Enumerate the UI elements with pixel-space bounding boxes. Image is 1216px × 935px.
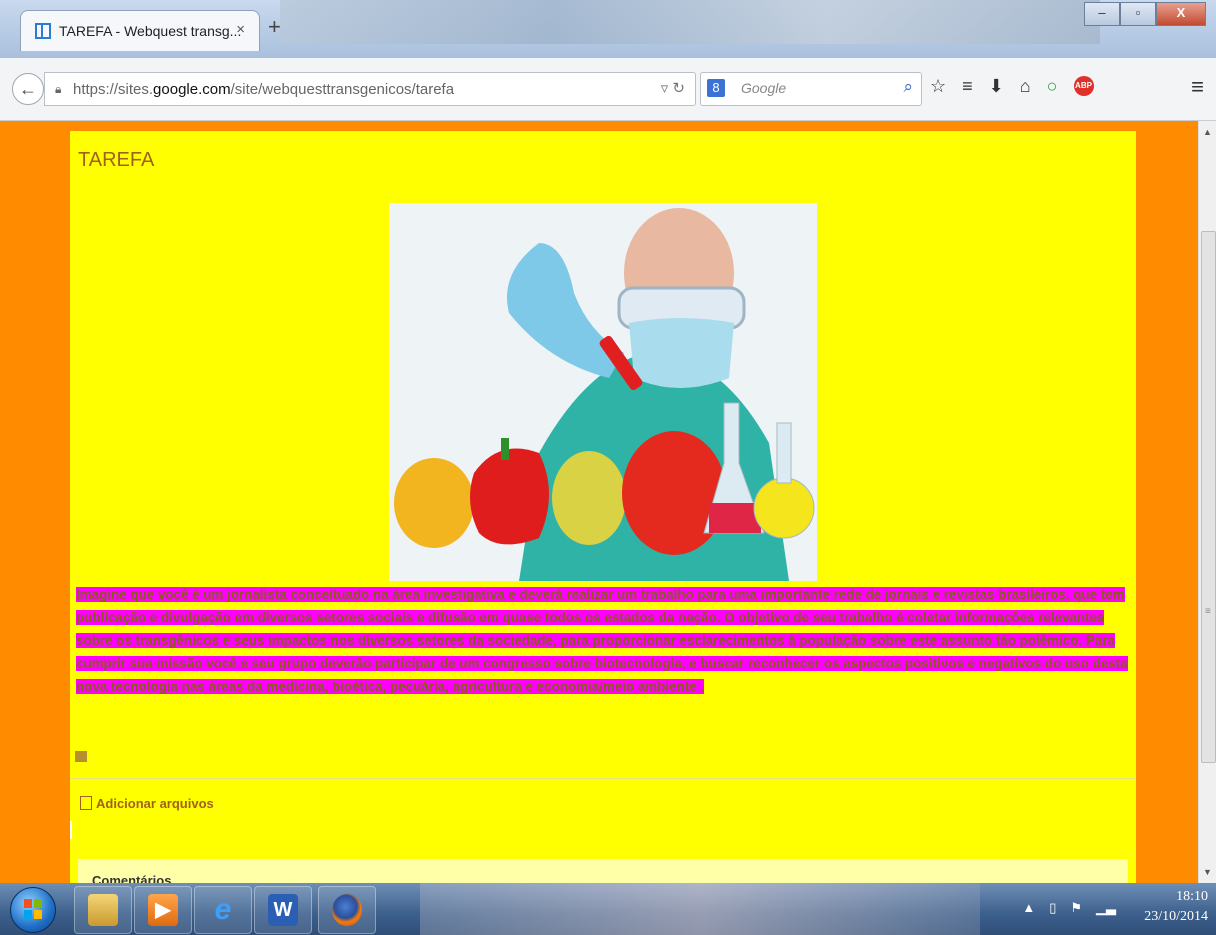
address-bar[interactable]: 🔒︎ https://sites.google.com/site/webques… [44, 72, 696, 106]
word-taskbar-button[interactable]: W [254, 886, 312, 934]
divider [70, 778, 1136, 779]
battery-icon[interactable]: ▯ [1049, 900, 1056, 916]
firefox-icon [332, 894, 362, 926]
show-hidden-icons-icon[interactable]: ▲ [1022, 900, 1035, 916]
page-title: TAREFA [78, 149, 155, 171]
media-player-icon: ▶ [148, 894, 178, 926]
tab-title: TAREFA - Webquest transg... [59, 23, 242, 39]
system-clock[interactable]: 18:10 23/10/2014 [1128, 887, 1208, 927]
adblock-icon[interactable]: ABP [1073, 76, 1094, 96]
google-search-engine-icon[interactable]: 8 [707, 79, 725, 97]
firefox-taskbar-button[interactable] [318, 886, 376, 934]
text-cursor [70, 821, 72, 839]
search-icon[interactable]: ⌕ [903, 77, 913, 97]
start-button[interactable] [10, 887, 56, 933]
word-icon: W [268, 894, 298, 926]
lock-icon: 🔒︎ [55, 82, 62, 96]
bookmark-star-icon[interactable]: ☆ [930, 76, 946, 97]
close-window-button[interactable]: X [1156, 2, 1206, 26]
action-center-flag-icon[interactable]: ⚑ [1070, 900, 1082, 916]
content-area: TAREFA Imagine que você é um jornalista … [70, 131, 1136, 883]
extension-icon[interactable]: ○ [1047, 76, 1058, 97]
vertical-scrollbar[interactable]: ▲ ≡ ▼ [1198, 121, 1216, 883]
clock-date: 23/10/2014 [1144, 909, 1208, 924]
network-signal-icon[interactable]: ▁▃ [1096, 900, 1116, 916]
windows-logo-icon [24, 899, 42, 919]
bookmarks-list-icon[interactable]: ≡ [962, 76, 973, 97]
search-placeholder: Google [741, 80, 787, 96]
navigation-bar: ← 🔒︎ https://sites.google.com/site/webqu… [0, 58, 1216, 121]
scientist-with-fruits-image [389, 203, 817, 581]
tab-close-icon[interactable]: × [236, 21, 245, 38]
internet-explorer-icon: e [214, 893, 232, 926]
taskbar: ▶ e W ▲ ▯ ⚑ ▁▃ 18:10 23/10/2014 [0, 883, 1216, 935]
window-controls: – ▫ X [1084, 2, 1206, 26]
reload-icon[interactable]: ▿ ↻ [661, 79, 685, 97]
explorer-icon [88, 894, 118, 926]
scroll-down-arrow-icon[interactable]: ▼ [1203, 867, 1212, 877]
back-button[interactable]: ← [12, 73, 44, 105]
media-player-taskbar-button[interactable]: ▶ [134, 886, 192, 934]
task-description: Imagine que você é um jornalista conceit… [76, 587, 1128, 694]
comments-label: Comentários [92, 873, 172, 883]
add-file-icon [80, 796, 92, 810]
clock-time: 18:10 [1176, 889, 1208, 904]
maximize-button[interactable]: ▫ [1120, 2, 1156, 26]
system-tray: ▲ ▯ ⚑ ▁▃ [1022, 900, 1116, 916]
scroll-up-arrow-icon[interactable]: ▲ [1203, 127, 1212, 137]
browser-tab[interactable]: TAREFA - Webquest transg... × [20, 10, 260, 51]
hero-image [389, 203, 817, 581]
toolbar-icons: ☆ ≡ ⬇ ⌂ ○ ABP [930, 76, 1094, 97]
home-icon[interactable]: ⌂ [1020, 76, 1031, 97]
url-text: https://sites.google.com/site/webquesttr… [73, 81, 455, 98]
search-bar[interactable]: 8 Google ⌕ [700, 72, 922, 106]
folder-icon [75, 751, 87, 762]
add-files-link[interactable]: Adicionar arquivos [80, 796, 214, 811]
menu-icon[interactable]: ≡ [1191, 74, 1204, 100]
window-titlebar: TAREFA - Webquest transg... × + – ▫ X [0, 0, 1216, 58]
new-tab-button[interactable]: + [268, 14, 281, 40]
minimize-button[interactable]: – [1084, 2, 1120, 26]
scrollbar-thumb[interactable]: ≡ [1201, 231, 1216, 763]
page-viewport: TAREFA Imagine que você é um jornalista … [0, 121, 1198, 883]
download-icon[interactable]: ⬇ [989, 76, 1004, 97]
page-icon [35, 23, 51, 39]
explorer-taskbar-button[interactable] [74, 886, 132, 934]
internet-explorer-taskbar-button[interactable]: e [194, 886, 252, 934]
comments-section: Comentários [78, 859, 1128, 883]
